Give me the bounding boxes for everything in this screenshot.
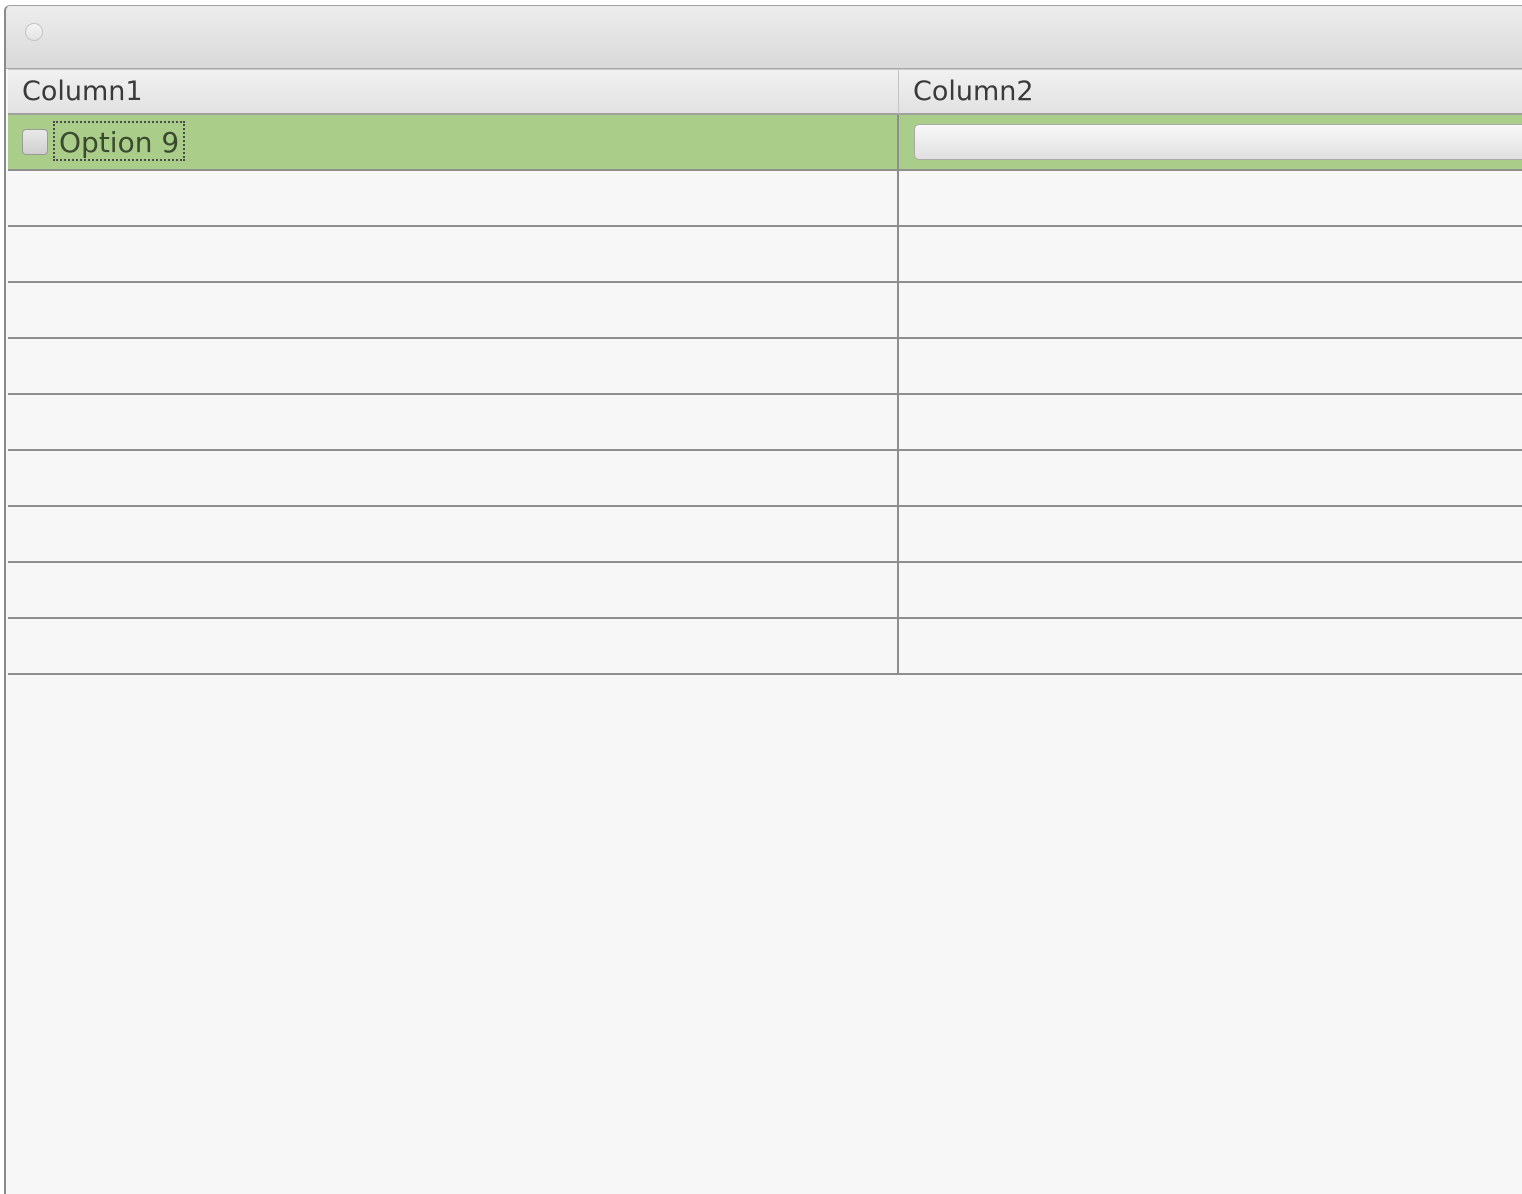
table-header: Column1 Column2 xyxy=(8,69,1522,115)
option-checkbox[interactable] xyxy=(22,129,48,155)
cell-column2[interactable] xyxy=(899,451,1522,505)
close-window-icon[interactable] xyxy=(25,23,43,41)
table-row[interactable] xyxy=(8,395,1522,451)
table-row[interactable] xyxy=(8,227,1522,283)
cell-column1[interactable] xyxy=(8,227,899,281)
cell-column2[interactable] xyxy=(899,507,1522,561)
column-header-2[interactable]: Column2 xyxy=(899,70,1522,114)
table-row[interactable] xyxy=(8,339,1522,395)
cell-column1[interactable] xyxy=(8,619,899,673)
option-label[interactable]: Option 9 xyxy=(53,121,186,161)
cell-column1[interactable]: Option 9 xyxy=(8,115,899,169)
cell-column2[interactable] xyxy=(899,115,1522,169)
cell-column2[interactable] xyxy=(899,283,1522,337)
cell-column2[interactable] xyxy=(899,339,1522,393)
cell-column2[interactable] xyxy=(899,619,1522,673)
table-view: Column1 Column2 Option 9 xyxy=(8,69,1522,675)
table-row[interactable] xyxy=(8,507,1522,563)
app-window: Column1 Column2 Option 9 xyxy=(4,5,1522,1194)
cell-column2[interactable] xyxy=(899,563,1522,617)
cell-column1[interactable] xyxy=(8,507,899,561)
table-row[interactable] xyxy=(8,619,1522,675)
table-row[interactable] xyxy=(8,171,1522,227)
cell-column1[interactable] xyxy=(8,171,899,225)
cell-column1[interactable] xyxy=(8,339,899,393)
column-header-1[interactable]: Column1 xyxy=(8,70,899,114)
cell-column1[interactable] xyxy=(8,395,899,449)
cell-column2[interactable] xyxy=(899,395,1522,449)
title-bar[interactable] xyxy=(6,6,1522,69)
cell-column2[interactable] xyxy=(899,227,1522,281)
table-row[interactable] xyxy=(8,451,1522,507)
table-row[interactable] xyxy=(8,563,1522,619)
cell-column1[interactable] xyxy=(8,451,899,505)
cell-button[interactable] xyxy=(914,124,1522,160)
table-row[interactable] xyxy=(8,283,1522,339)
table-row[interactable]: Option 9 xyxy=(8,115,1522,171)
cell-column2[interactable] xyxy=(899,171,1522,225)
cell-column1[interactable] xyxy=(8,283,899,337)
cell-column1[interactable] xyxy=(8,563,899,617)
